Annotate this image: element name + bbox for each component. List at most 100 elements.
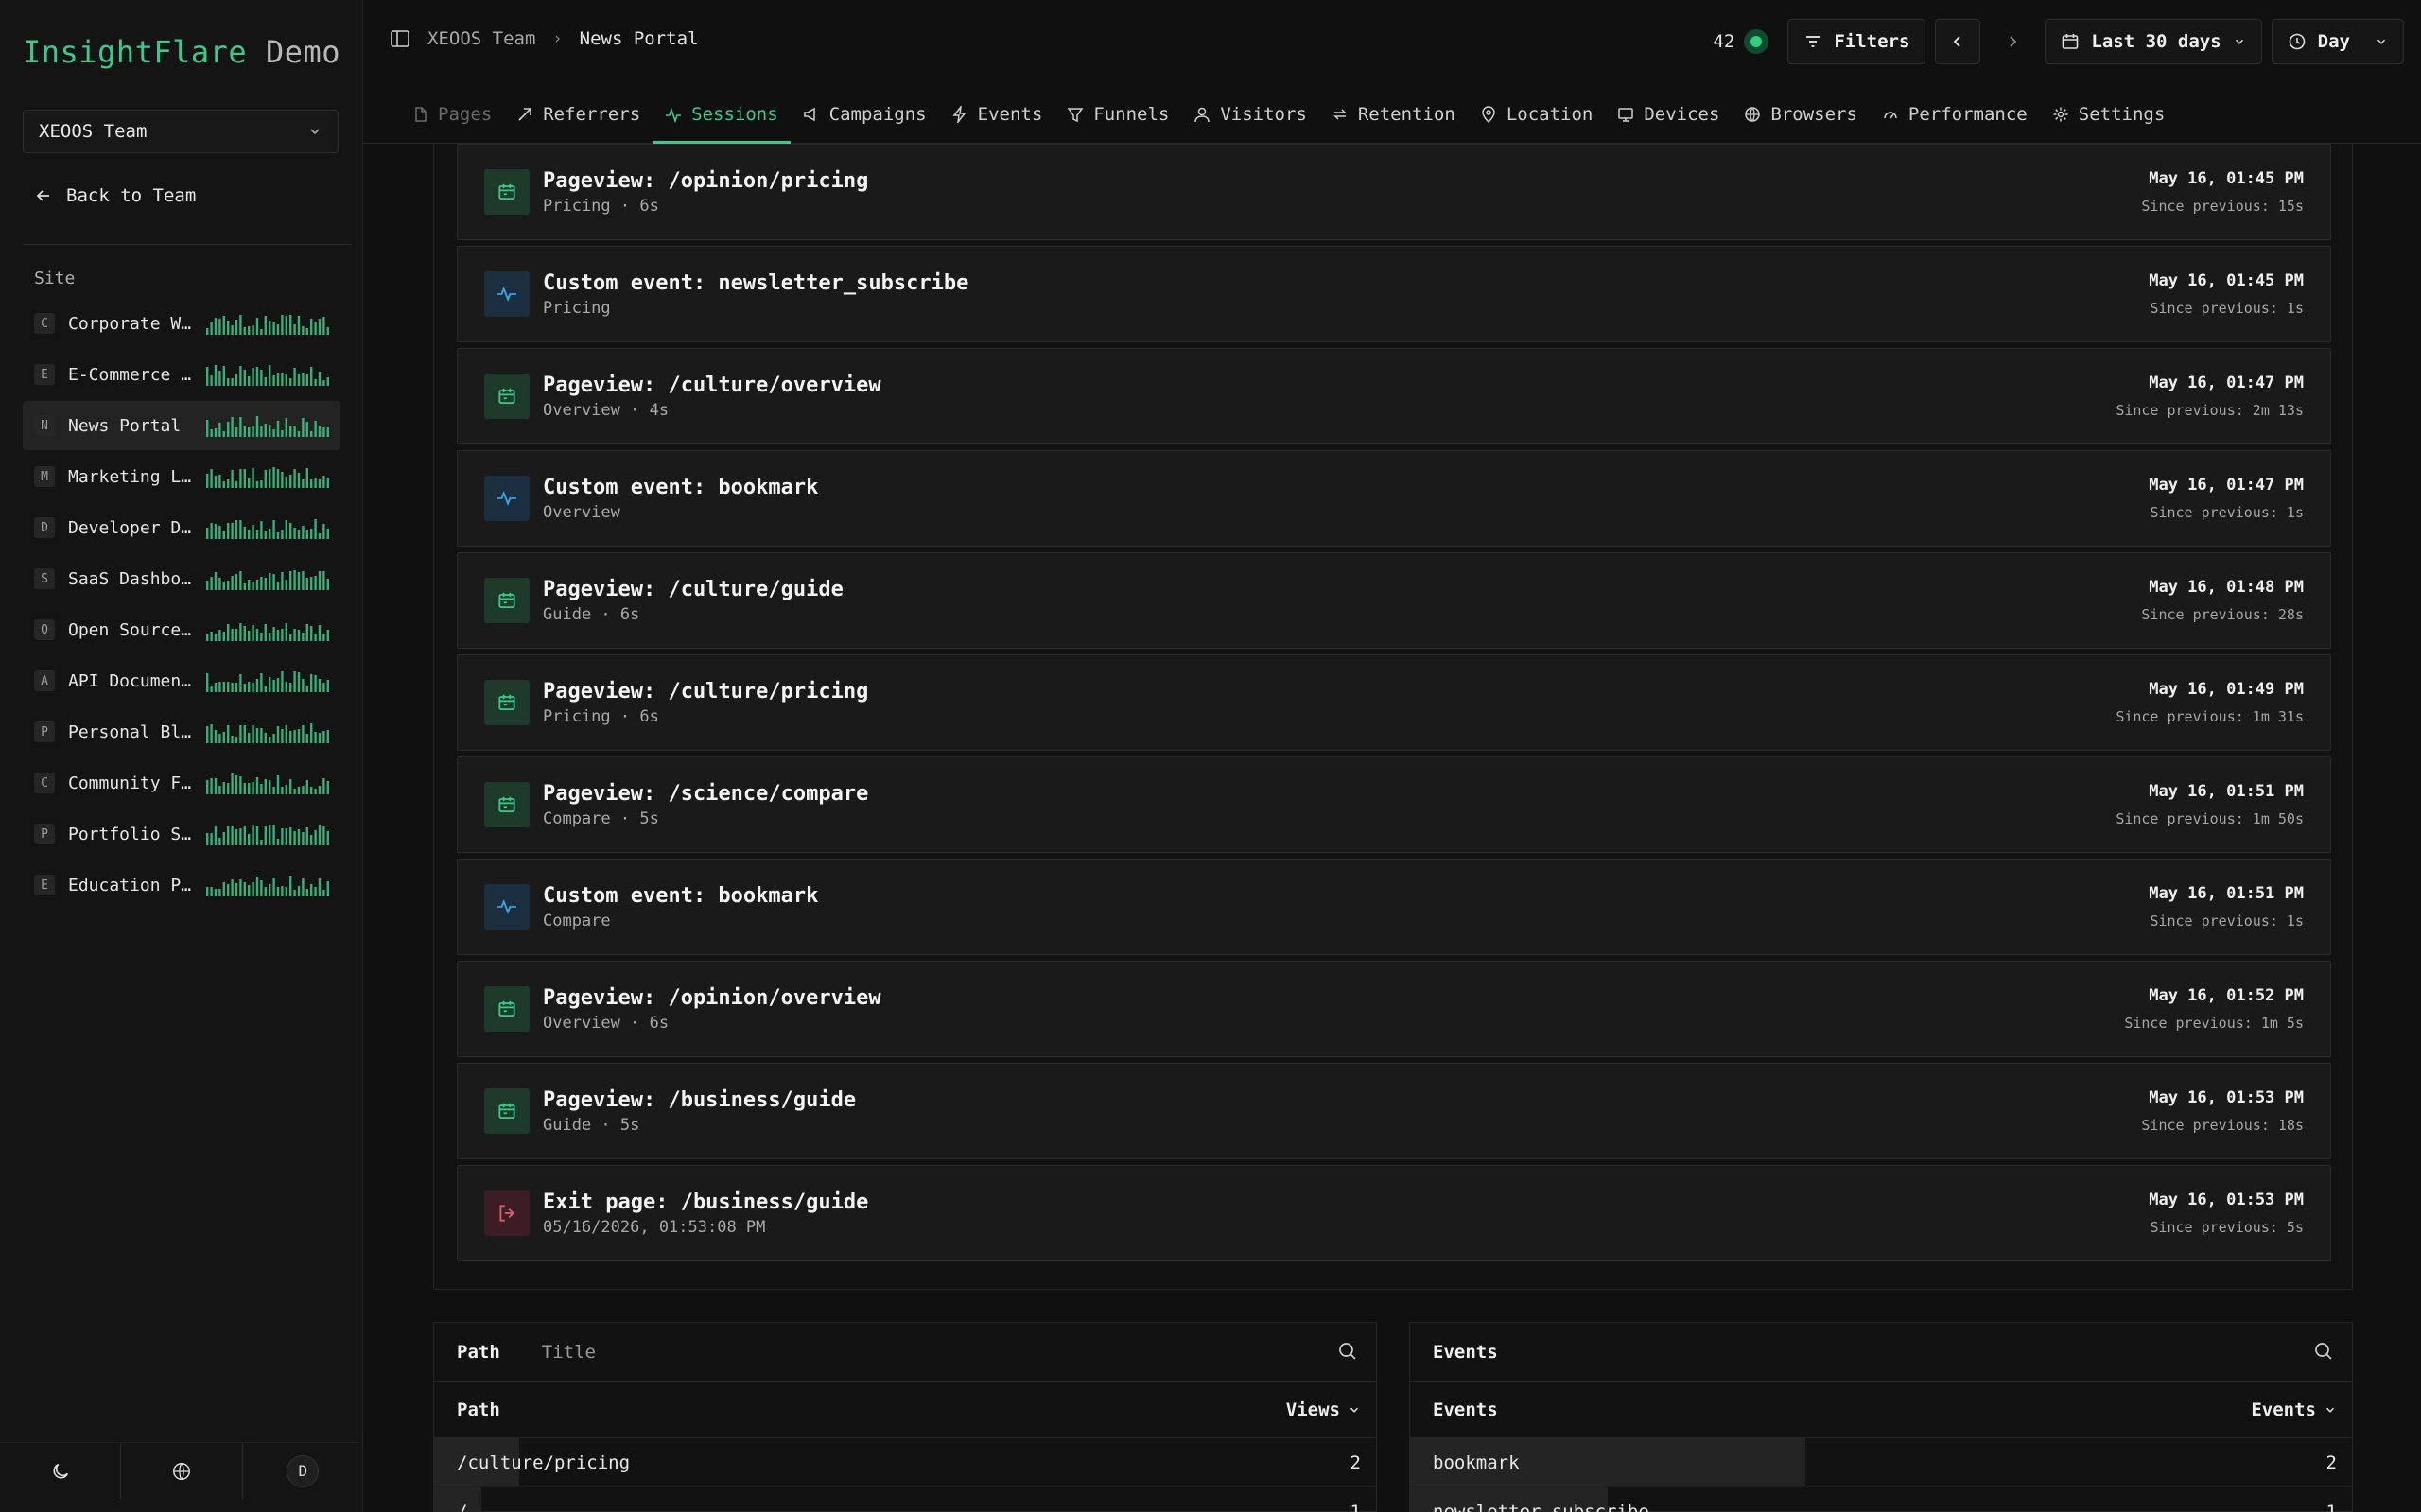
event-title: Pageview: /culture/guide — [543, 577, 844, 601]
table-row[interactable]: /culture/pricing 2 — [434, 1438, 1376, 1487]
tab-retention[interactable]: Retention — [1319, 85, 1468, 144]
tab-label: Referrers — [543, 103, 641, 125]
sidebar-toggle-icon[interactable] — [390, 28, 410, 49]
event-time-block: May 16, 01:49 PM Since previous: 1m 31s — [2116, 655, 2304, 750]
site-badge: N — [34, 415, 55, 436]
table-row[interactable]: bookmark 2 — [1410, 1438, 2352, 1487]
tab-pages[interactable]: Pages — [399, 85, 504, 144]
event-title: Pageview: /opinion/overview — [543, 985, 881, 1010]
breadcrumb-team[interactable]: XEOOS Team — [427, 28, 535, 49]
avatar: D — [287, 1454, 320, 1487]
event-since-previous: Since previous: 18s — [2141, 1117, 2304, 1134]
event-timestamp: May 16, 01:53 PM — [2149, 1088, 2304, 1107]
chevron-down-icon — [1350, 1407, 1359, 1413]
top-bar: XEOOS Team › News Portal 42 Filters Last… — [363, 0, 2421, 85]
user-menu[interactable]: D — [243, 1443, 363, 1499]
date-range-select[interactable]: Last 30 days — [2045, 19, 2262, 64]
views-sort-button[interactable]: Views — [1286, 1399, 1361, 1420]
session-event-row[interactable]: Custom event: bookmark Overview May 16, 01… — [457, 450, 2331, 547]
session-event-row[interactable]: Pageview: /opinion/pricing Pricing · 6s Ma… — [457, 144, 2331, 240]
site-badge: P — [34, 824, 55, 844]
sidebar-site-item[interactable]: P Personal Bl… — [23, 707, 340, 756]
event-subtitle: Pricing · 6s — [543, 196, 659, 216]
event-title: Pageview: /culture/pricing — [543, 679, 869, 704]
event-icon-box — [484, 680, 530, 725]
next-period-button[interactable] — [1990, 19, 2035, 64]
filters-button[interactable]: Filters — [1787, 19, 1926, 64]
events-sort-button[interactable]: Events — [2251, 1399, 2337, 1420]
sidebar-site-item[interactable]: O Open Source… — [23, 605, 340, 654]
table-row[interactable]: /1 — [434, 1487, 1376, 1512]
sidebar-site-item[interactable]: E Education P… — [23, 860, 340, 910]
tab-location[interactable]: Location — [1468, 85, 1606, 144]
session-event-row[interactable]: Pageview: /business/guide Guide · 5s May 1… — [457, 1063, 2331, 1159]
event-main: Exit page: /business/guide 05/16/2026, 01… — [543, 1190, 868, 1237]
tab-funnels[interactable]: Funnels — [1054, 85, 1181, 144]
session-event-row[interactable]: Exit page: /business/guide 05/16/2026, 01… — [457, 1165, 2331, 1261]
session-timeline: Pageview: /opinion/pricing Pricing · 6s Ma… — [433, 144, 2353, 1290]
theme-toggle[interactable] — [0, 1443, 122, 1499]
tab-campaigns[interactable]: Campaigns — [791, 85, 939, 144]
sidebar-site-item[interactable]: M Marketing L… — [23, 452, 340, 501]
tab-visitors[interactable]: Visitors — [1181, 85, 1319, 144]
previous-period-button[interactable] — [1935, 19, 1981, 64]
chevron-down-icon — [2377, 39, 2386, 44]
session-event-row[interactable]: Custom event: newsletter_subscribe Pricin… — [457, 246, 2331, 342]
site-badge: D — [34, 517, 55, 538]
site-sparkline — [206, 623, 329, 641]
session-event-row[interactable]: Custom event: bookmark Compare May 16, 01:… — [457, 859, 2331, 955]
tab-path[interactable]: Path — [457, 1342, 500, 1363]
sidebar-site-item[interactable]: D Developer D… — [23, 503, 340, 552]
tab-referrers[interactable]: Referrers — [504, 85, 653, 144]
tab-sessions[interactable]: Sessions — [653, 85, 791, 144]
site-name: Corporate W… — [68, 313, 192, 334]
chevron-right-icon: › — [552, 29, 563, 48]
bolt-icon — [952, 105, 967, 123]
session-event-row[interactable]: Pageview: /opinion/overview Overview · 6s… — [457, 961, 2331, 1057]
session-event-row[interactable]: Pageview: /culture/pricing Pricing · 6s Ma… — [457, 654, 2331, 751]
tab-performance[interactable]: Performance — [1870, 85, 2040, 144]
search-icon[interactable] — [1336, 1340, 1359, 1363]
tab-title[interactable]: Title — [542, 1342, 596, 1363]
sidebar-site-item[interactable]: C Corporate W… — [23, 299, 340, 348]
tab-devices[interactable]: Devices — [1605, 85, 1732, 144]
sidebar-site-item[interactable]: N News Portal — [23, 401, 340, 450]
language-button[interactable] — [121, 1443, 243, 1499]
repeat-icon — [1333, 108, 1347, 120]
event-subtitle: Compare · 5s — [543, 808, 659, 828]
event-subtitle: Overview · 4s — [543, 400, 670, 420]
site-badge: E — [34, 875, 55, 895]
events-rows: bookmark 2 newsletter_subscribe 1 — [1410, 1438, 2352, 1512]
team-select[interactable]: XEOOS Team — [23, 110, 339, 153]
site-sparkline — [206, 416, 329, 437]
table-row[interactable]: newsletter_subscribe 1 — [1410, 1487, 2352, 1512]
sidebar-site-item[interactable]: E E-Commerce … — [23, 350, 340, 399]
site-section-label: Site — [34, 269, 76, 288]
tab-settings[interactable]: Settings — [2040, 85, 2178, 144]
sidebar-site-item[interactable]: P Portfolio S… — [23, 809, 340, 859]
event-time-block: May 16, 01:45 PM Since previous: 15s — [2141, 145, 2304, 239]
tab-browsers[interactable]: Browsers — [1732, 85, 1870, 144]
site-sparkline — [206, 773, 329, 794]
site-name: Open Source… — [68, 619, 192, 640]
session-event-row[interactable]: Pageview: /culture/guide Guide · 6s May 16… — [457, 552, 2331, 649]
sidebar-site-item[interactable]: S SaaS Dashbo… — [23, 554, 340, 603]
site-sparkline — [206, 723, 329, 743]
tab-events[interactable]: Events — [939, 85, 1055, 144]
search-icon[interactable] — [2312, 1340, 2335, 1363]
site-name: API Documen… — [68, 670, 192, 691]
header-controls: 42 Filters Last 30 days Day — [1713, 19, 2404, 64]
row-value: 1 — [1350, 1501, 1361, 1512]
brand-logo[interactable]: InsightFlare Demo — [23, 34, 340, 70]
interval-select[interactable]: Day — [2271, 19, 2404, 64]
session-event-row[interactable]: Pageview: /science/compare Compare · 5s Ma… — [457, 756, 2331, 853]
sidebar-site-item[interactable]: A API Documen… — [23, 656, 340, 705]
monitor-icon — [1618, 107, 1634, 122]
events-panel-title: Events — [1433, 1341, 1498, 1363]
back-to-team-link[interactable]: Back to Team — [34, 185, 196, 206]
gauge-icon — [1884, 111, 1897, 118]
row-label: /culture/pricing — [457, 1451, 631, 1473]
session-event-row[interactable]: Pageview: /culture/overview Overview · 4s… — [457, 348, 2331, 444]
row-label: / — [457, 1501, 468, 1512]
sidebar-site-item[interactable]: C Community F… — [23, 758, 340, 808]
